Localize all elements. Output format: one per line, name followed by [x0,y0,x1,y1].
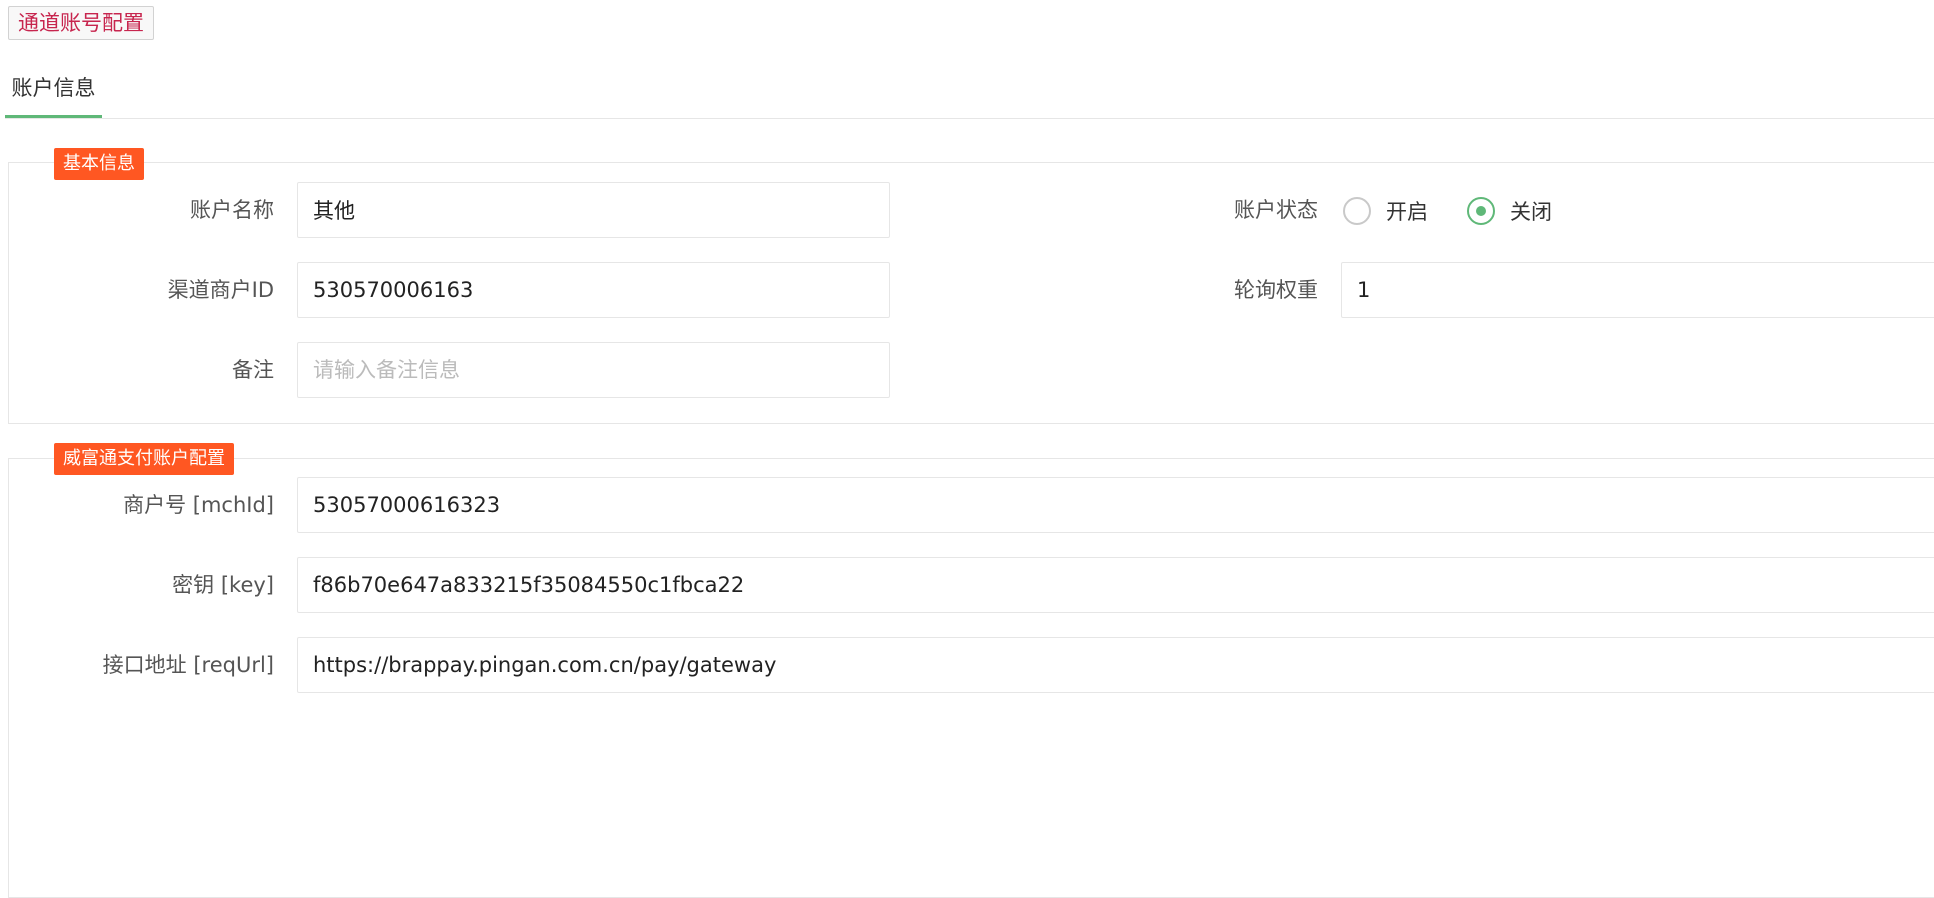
status-radio-close[interactable]: 关闭 [1467,196,1552,226]
page-title: 通道账号配置 [8,6,154,40]
tab-account-info[interactable]: 账户信息 [5,68,102,118]
merchant-id-input[interactable] [297,262,890,318]
account-status-label: 账户状态 [1234,198,1318,222]
account-name-input[interactable] [297,182,890,238]
mch-id-label: 商户号 [mchId] [123,493,274,517]
poll-weight-label: 轮询权重 [1234,278,1318,302]
payment-config-legend: 威富通支付账户配置 [54,443,234,475]
tab-divider [5,118,1934,119]
req-url-label: 接口地址 [reqUrl] [102,653,274,677]
mch-id-input[interactable] [297,477,1934,533]
basic-info-legend: 基本信息 [54,148,144,180]
status-open-label: 开启 [1386,200,1428,224]
radio-unchecked-icon [1343,197,1371,225]
remark-input[interactable] [297,342,890,398]
status-close-label: 关闭 [1510,200,1552,224]
key-label: 密钥 [key] [172,573,274,597]
req-url-input[interactable] [297,637,1934,693]
key-input[interactable] [297,557,1934,613]
poll-weight-input[interactable] [1341,262,1934,318]
remark-label: 备注 [232,358,274,382]
status-radio-open[interactable]: 开启 [1343,196,1428,226]
account-name-label: 账户名称 [190,198,274,222]
merchant-id-label: 渠道商户ID [167,278,274,302]
radio-checked-icon [1467,197,1495,225]
